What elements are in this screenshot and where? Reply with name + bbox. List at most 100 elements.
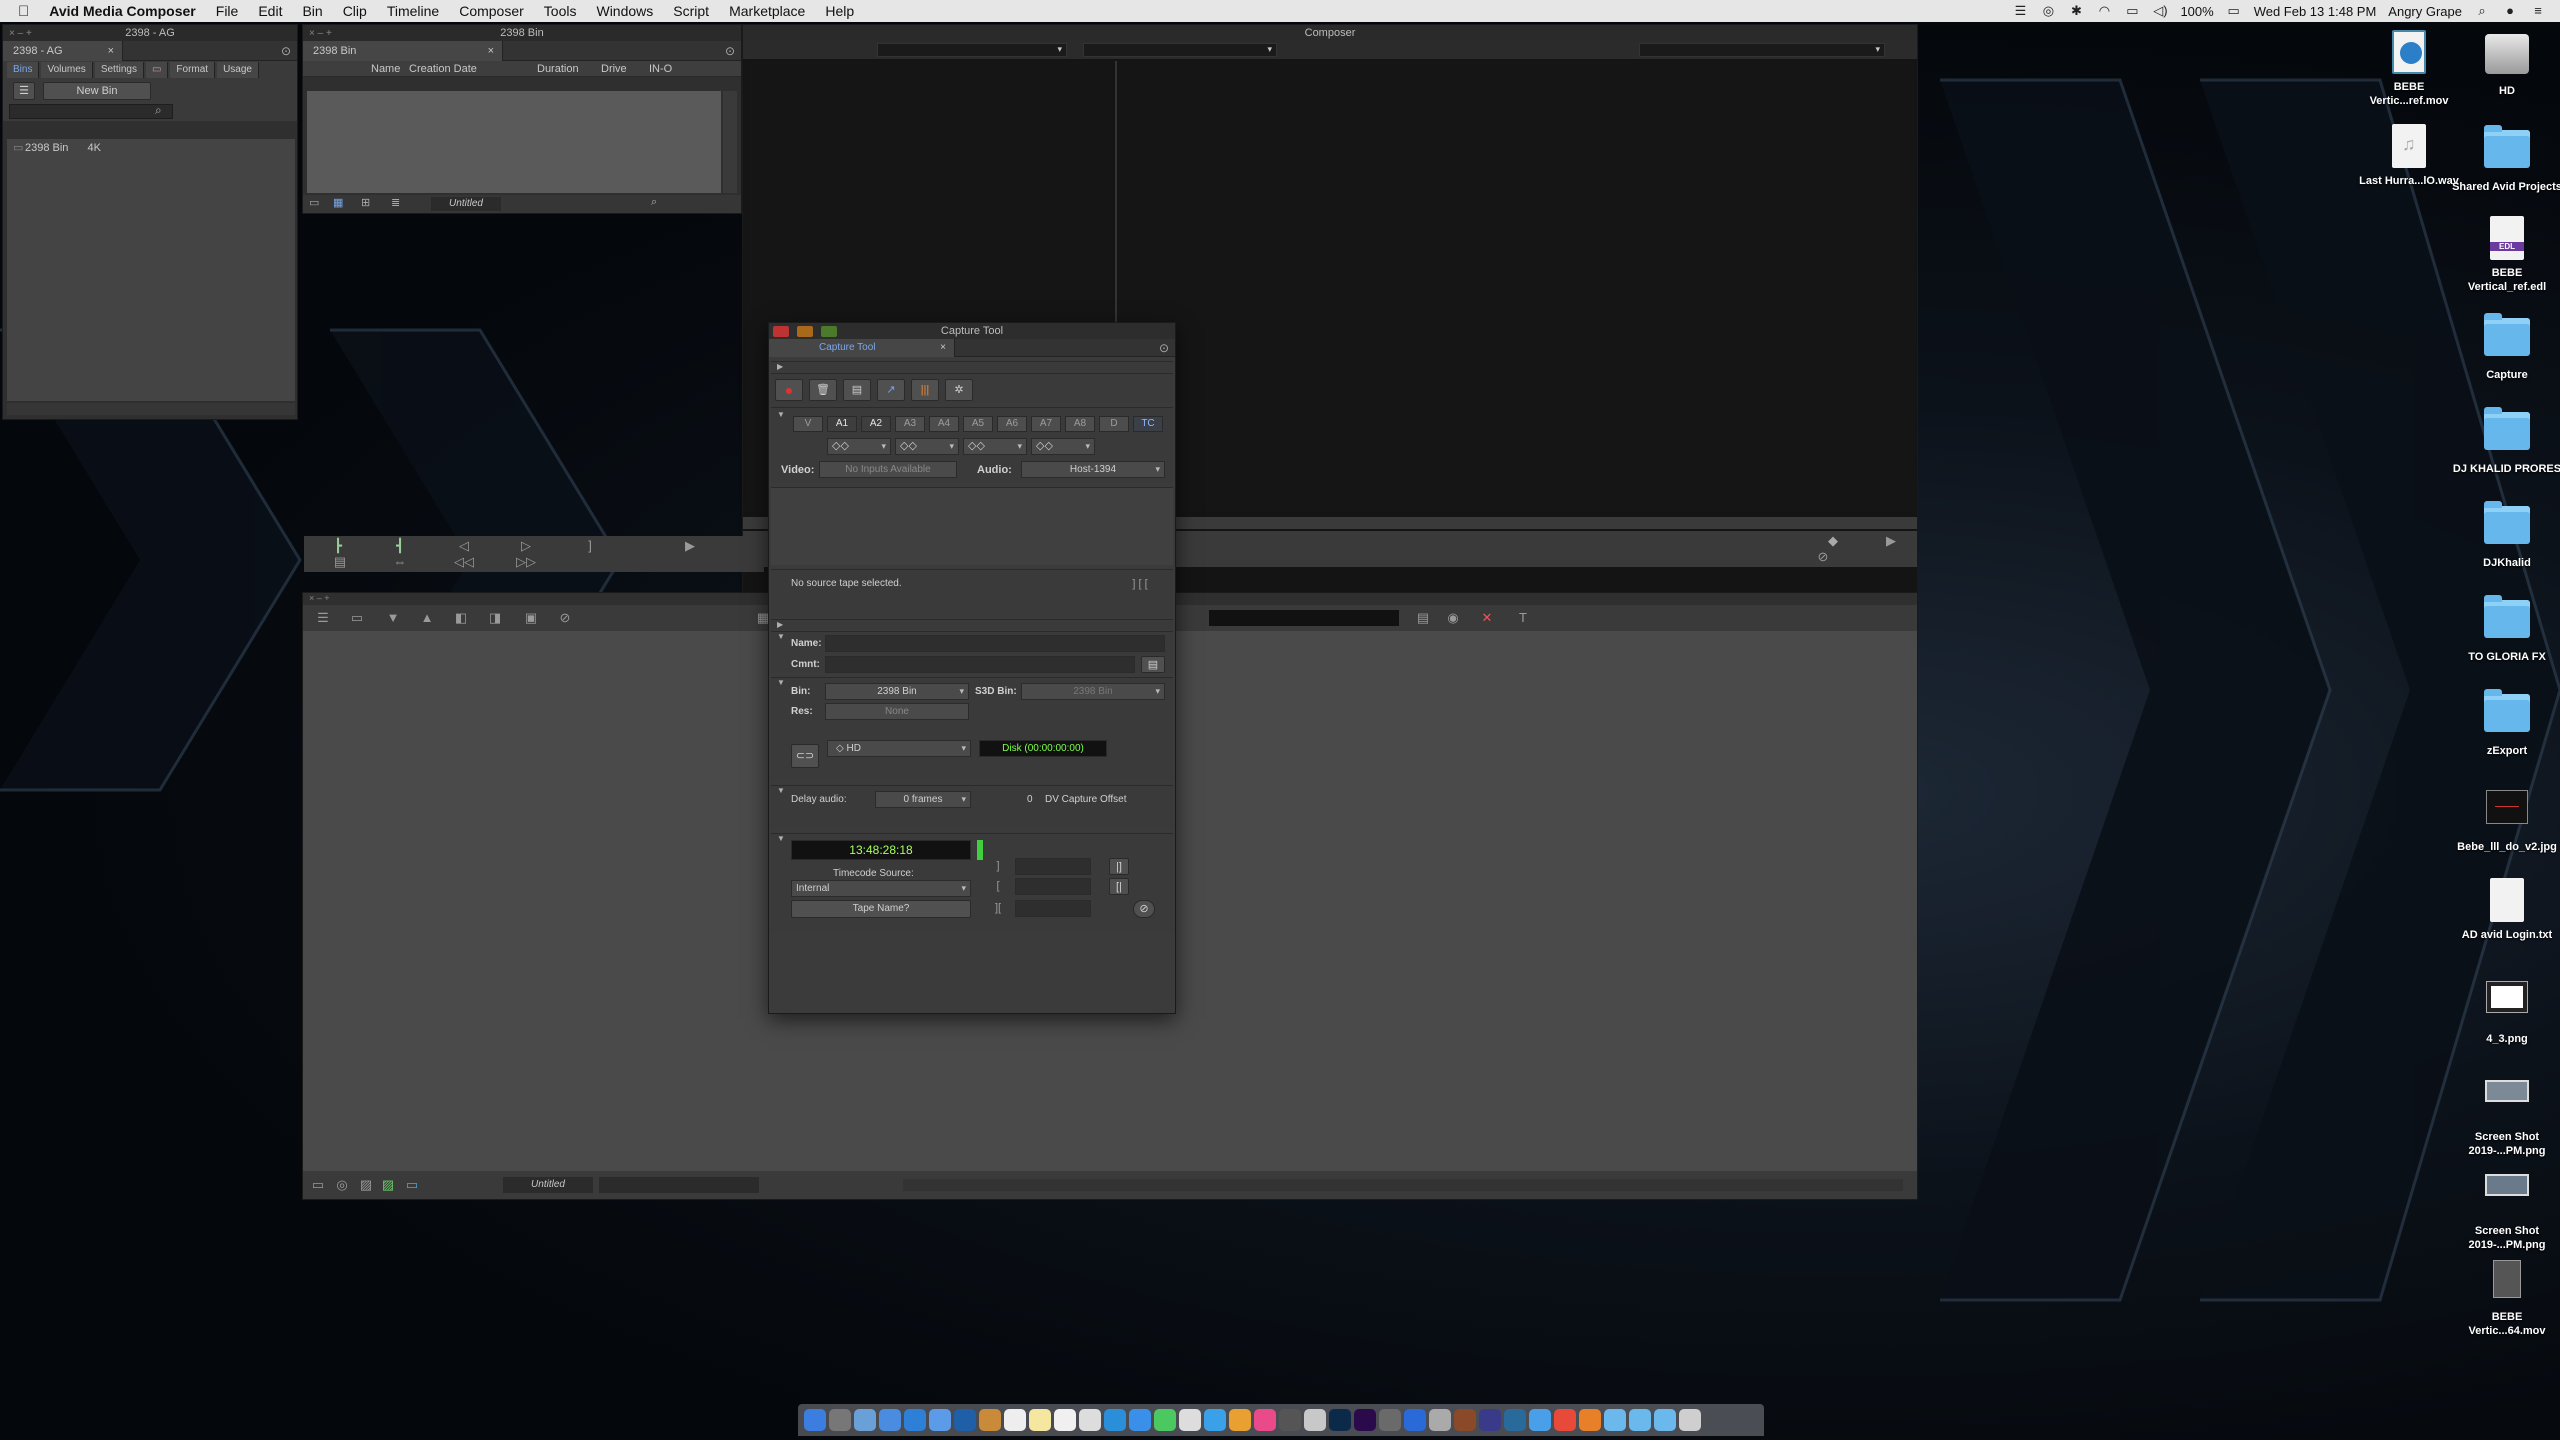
play-icon[interactable]: ▶	[1881, 533, 1901, 549]
step-back-icon[interactable]: ◁	[454, 538, 474, 554]
facetime-icon[interactable]	[1154, 1409, 1176, 1431]
track-a4[interactable]: A4	[929, 416, 959, 432]
downloads-folder-icon[interactable]	[1604, 1409, 1626, 1431]
notification-center-icon[interactable]: ≡	[2530, 4, 2546, 18]
desktop-icon-audio[interactable]: ♫ Last Hurra...lO.wav	[2354, 124, 2464, 188]
tab-project[interactable]: 2398 - AG ×	[3, 40, 123, 61]
battery-icon[interactable]: ▭	[2226, 4, 2242, 18]
step-forward-icon[interactable]: ▷	[516, 538, 536, 554]
splice-in-icon[interactable]: ◧	[451, 610, 471, 626]
search-icon[interactable]: ⌕	[155, 103, 162, 118]
desktop-icon-txt[interactable]: AD avid Login.txt	[2452, 878, 2560, 942]
bluetooth-icon[interactable]: ✱	[2068, 4, 2084, 18]
bin-search-input[interactable]	[9, 104, 173, 119]
timeline-scrollbar[interactable]	[903, 1179, 1903, 1191]
play-icon[interactable]: ▶	[680, 538, 700, 554]
messages-icon[interactable]	[1129, 1409, 1151, 1431]
track-a1[interactable]: A1	[827, 416, 857, 432]
delay-audio-select[interactable]: 0 frames	[875, 791, 971, 808]
tab-capture-tool[interactable]: Capture Tool ×	[769, 338, 955, 357]
avid-icon[interactable]	[1379, 1409, 1401, 1431]
menu-file[interactable]: File	[206, 3, 249, 19]
volume-icon[interactable]: ◁)	[2152, 4, 2168, 18]
timecode-source-select[interactable]: Internal	[791, 880, 971, 897]
trash-icon[interactable]	[1679, 1409, 1701, 1431]
vlc-icon[interactable]	[1229, 1409, 1251, 1431]
final-cut-icon[interactable]	[1279, 1409, 1301, 1431]
audio-channel-select-1[interactable]: ◇◇	[827, 438, 891, 455]
timeline-menu-icon[interactable]: ☰	[313, 610, 333, 626]
bin-view-select[interactable]: Untitled	[431, 197, 501, 211]
splice-icon[interactable]: ▤	[330, 554, 350, 570]
comment-input[interactable]	[825, 656, 1135, 673]
text-view-icon[interactable]: ≣	[391, 196, 400, 209]
premiere-icon[interactable]	[1354, 1409, 1376, 1431]
segment-mode-icon[interactable]: ▭	[347, 610, 367, 626]
desktop-icon-png[interactable]: 4_3.png	[2452, 974, 2560, 1046]
minimize-window-button[interactable]	[797, 326, 813, 337]
record-menu-dropdown[interactable]: ▾	[1083, 43, 1277, 57]
menu-bin[interactable]: Bin	[292, 3, 332, 19]
menu-edit[interactable]: Edit	[248, 3, 292, 19]
calendar-icon[interactable]	[1004, 1409, 1026, 1431]
audio-icon[interactable]: ◎	[333, 1177, 351, 1193]
tab-settings[interactable]: Settings	[94, 62, 144, 78]
rewind-icon[interactable]: ◁◁	[454, 554, 474, 570]
menu-marketplace[interactable]: Marketplace	[719, 3, 815, 19]
batch-capture-icon[interactable]: ↗	[877, 379, 905, 401]
system-preferences-icon[interactable]	[1304, 1409, 1326, 1431]
notes-icon[interactable]	[1029, 1409, 1051, 1431]
capture-mode-icon[interactable]: ▤	[843, 379, 871, 401]
photoshop-icon[interactable]	[1329, 1409, 1351, 1431]
skype-icon[interactable]	[1104, 1409, 1126, 1431]
apple-icon[interactable]: 	[0, 3, 39, 20]
desktop-icon-movie[interactable]: BEBE Vertic...ref.mov	[2354, 30, 2464, 108]
duration-timecode-field[interactable]	[1015, 900, 1091, 917]
zoom-window-button[interactable]	[821, 326, 837, 337]
desktop-icon-movie-2[interactable]: BEBE Vertic...64.mov	[2452, 1256, 2560, 1338]
match-frame-icon[interactable]: ▣	[521, 610, 541, 626]
column-header-in-out[interactable]: IN-OUT	[649, 61, 673, 76]
user-name[interactable]: Angry Grape	[2388, 4, 2462, 19]
capture-menu-icon[interactable]: ⊙	[1159, 341, 1169, 355]
clear-marks-icon[interactable]: ⊘	[555, 610, 575, 626]
clear-marks-icon[interactable]: ⊘	[1133, 900, 1155, 918]
collapse-triangle-icon[interactable]: ▶	[777, 620, 783, 629]
s3d-bin-select[interactable]: 2398 Bin	[1021, 683, 1165, 700]
record-icon[interactable]: ◉	[1443, 610, 1463, 626]
menu-clip[interactable]: Clip	[333, 3, 377, 19]
desktop-icon-capture[interactable]: Capture	[2452, 312, 2560, 382]
new-bin-button[interactable]: New Bin	[43, 82, 151, 100]
trash-icon[interactable]: 🗑	[809, 379, 837, 401]
tab-usage[interactable]: Usage	[217, 62, 259, 78]
collapse-triangle-icon[interactable]: ▼	[777, 410, 785, 419]
siri-icon[interactable]: ●	[2502, 4, 2518, 18]
bin-options-icon[interactable]: ☰	[13, 82, 35, 100]
close-window-button[interactable]	[773, 326, 789, 337]
bin-select[interactable]: 2398 Bin	[825, 683, 969, 700]
menu-script[interactable]: Script	[663, 3, 719, 19]
resolution-select[interactable]: None	[825, 703, 969, 720]
collapse-triangle-icon[interactable]: ▶	[777, 362, 783, 371]
mark-out-icon[interactable]: [	[991, 878, 1005, 894]
tab-volumes[interactable]: Volumes	[41, 62, 93, 78]
vertical-scrollbar[interactable]	[723, 91, 737, 193]
track-a6[interactable]: A6	[997, 416, 1027, 432]
bin-menu-icon[interactable]: ▭	[309, 196, 319, 209]
desktop-icon-hd[interactable]: HD	[2452, 30, 2560, 98]
sequence-menu-dropdown[interactable]: ▾	[1639, 43, 1885, 57]
dv-offset-value[interactable]: 0	[1027, 794, 1033, 805]
track-a3[interactable]: A3	[895, 416, 925, 432]
audio-channel-select-4[interactable]: ◇◇	[1031, 438, 1095, 455]
spotlight-icon[interactable]: ⌕	[2474, 4, 2490, 18]
go-to-out-icon[interactable]: [|	[1109, 878, 1129, 895]
record-button[interactable]: ●	[775, 379, 803, 401]
mark-out-icon[interactable]: ┫	[390, 538, 410, 554]
clock[interactable]: Wed Feb 13 1:48 PM	[2254, 4, 2377, 19]
collapse-triangle-icon[interactable]: ▼	[777, 786, 785, 795]
app-store-icon[interactable]	[904, 1409, 926, 1431]
color-icon[interactable]: ▨	[379, 1177, 397, 1193]
image-icon[interactable]: ▨	[357, 1177, 375, 1193]
menu-windows[interactable]: Windows	[586, 3, 663, 19]
collapse-triangle-icon[interactable]: ▼	[777, 678, 785, 687]
